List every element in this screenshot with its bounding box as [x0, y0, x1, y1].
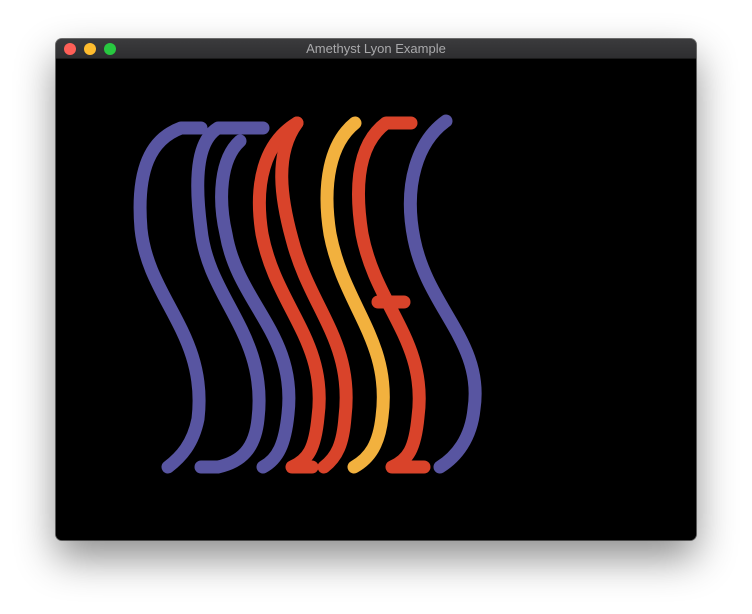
lyon-drawing: [56, 59, 696, 540]
app-window: Amethyst Lyon Example: [56, 39, 696, 540]
minimize-button[interactable]: [84, 43, 96, 55]
render-canvas: [56, 59, 696, 540]
zoom-button[interactable]: [104, 43, 116, 55]
title-bar[interactable]: Amethyst Lyon Example: [56, 39, 696, 59]
close-button[interactable]: [64, 43, 76, 55]
desktop: Amethyst Lyon Example: [0, 0, 752, 614]
window-title: Amethyst Lyon Example: [306, 41, 446, 56]
